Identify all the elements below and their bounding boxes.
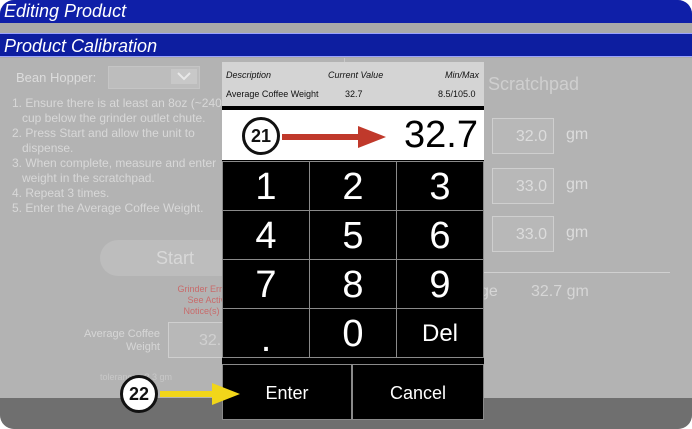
average-weight-label-line2: Weight — [125, 341, 160, 353]
app-window: Editing Product Product Calibration Bean… — [0, 0, 692, 429]
scratchpad-unit: gm — [566, 176, 589, 193]
scratchpad-unit: gm — [566, 126, 589, 143]
bean-hopper-select[interactable] — [108, 66, 200, 89]
current-value-header: Current Value — [328, 70, 384, 80]
keypad-info-panel: Description Current Value Min/Max Averag… — [222, 62, 484, 106]
grinder-error-detail: See Active Notice(s) ar — [183, 295, 230, 316]
window-title: Editing Product — [0, 0, 692, 23]
key-2[interactable]: 2 — [309, 161, 397, 211]
keypad-display-value: 32.7 — [404, 114, 478, 156]
average-weight-field[interactable]: 32. — [168, 322, 228, 358]
grinder-error: Grinder Error See Active Notice(s) ar — [150, 284, 230, 317]
instruction-line: weight in the scratchpad. — [22, 171, 155, 185]
minmax-header: Min/Max — [445, 70, 480, 80]
instruction-line: 4. Repeat 3 times. — [12, 186, 110, 200]
instruction-line: cup below the grinder outlet chute. — [22, 111, 206, 125]
key-8[interactable]: 8 — [309, 259, 397, 309]
scratchpad-entry-1[interactable]: 32.0 — [492, 118, 554, 154]
key-6[interactable]: 6 — [396, 210, 484, 260]
scratchpad-average-value: 32.7 gm — [531, 283, 589, 300]
key-5[interactable]: 5 — [309, 210, 397, 260]
instruction-line: 3. When complete, measure and enter — [12, 156, 217, 170]
instruction-line: 5. Enter the Average Coffee Weight. — [12, 201, 204, 215]
instruction-line: 1. Ensure there is at least an 8oz (~240 — [12, 96, 222, 110]
key-delete[interactable]: Del — [396, 308, 484, 358]
bean-hopper-label: Bean Hopper: — [16, 70, 97, 85]
grinder-error-title: Grinder Error — [177, 284, 230, 294]
scratchpad-entry-3[interactable]: 33.0 — [492, 216, 554, 252]
key-decimal[interactable]: . — [222, 308, 310, 360]
current-value: 32.7 — [345, 89, 363, 99]
red-arrow-icon — [282, 126, 386, 148]
instructions: 1. Ensure there is at least an 8oz (~240… — [12, 96, 222, 216]
callout-badge-22: 22 — [120, 375, 158, 413]
numeric-keypad: Description Current Value Min/Max Averag… — [222, 62, 484, 420]
description-value: Average Coffee Weight — [226, 89, 319, 99]
instruction-line: dispense. — [22, 141, 74, 155]
key-9[interactable]: 9 — [396, 259, 484, 309]
key-1[interactable]: 1 — [222, 161, 310, 211]
page-title: Product Calibration — [0, 33, 692, 57]
average-weight-label: Average Coffee Weight — [60, 328, 160, 354]
yellow-arrow-icon — [160, 383, 240, 405]
key-4[interactable]: 4 — [222, 210, 310, 260]
scratchpad-title: Scratchpad — [488, 74, 580, 94]
cancel-button[interactable]: Cancel — [352, 364, 484, 420]
key-3[interactable]: 3 — [396, 161, 484, 211]
callout-badge-21: 21 — [242, 117, 280, 155]
instruction-line: 2. Press Start and allow the unit to — [12, 126, 195, 140]
scratchpad-entry-2[interactable]: 33.0 — [492, 168, 554, 204]
key-7[interactable]: 7 — [222, 259, 310, 309]
scratchpad-unit: gm — [566, 224, 589, 241]
minmax-value: 8.5/105.0 — [438, 89, 476, 99]
average-weight-label-line1: Average Coffee — [83, 328, 160, 340]
description-header: Description — [226, 70, 272, 80]
key-0[interactable]: 0 — [309, 308, 397, 358]
chevron-down-icon[interactable] — [171, 69, 197, 84]
scratchpad-divider — [480, 272, 670, 273]
